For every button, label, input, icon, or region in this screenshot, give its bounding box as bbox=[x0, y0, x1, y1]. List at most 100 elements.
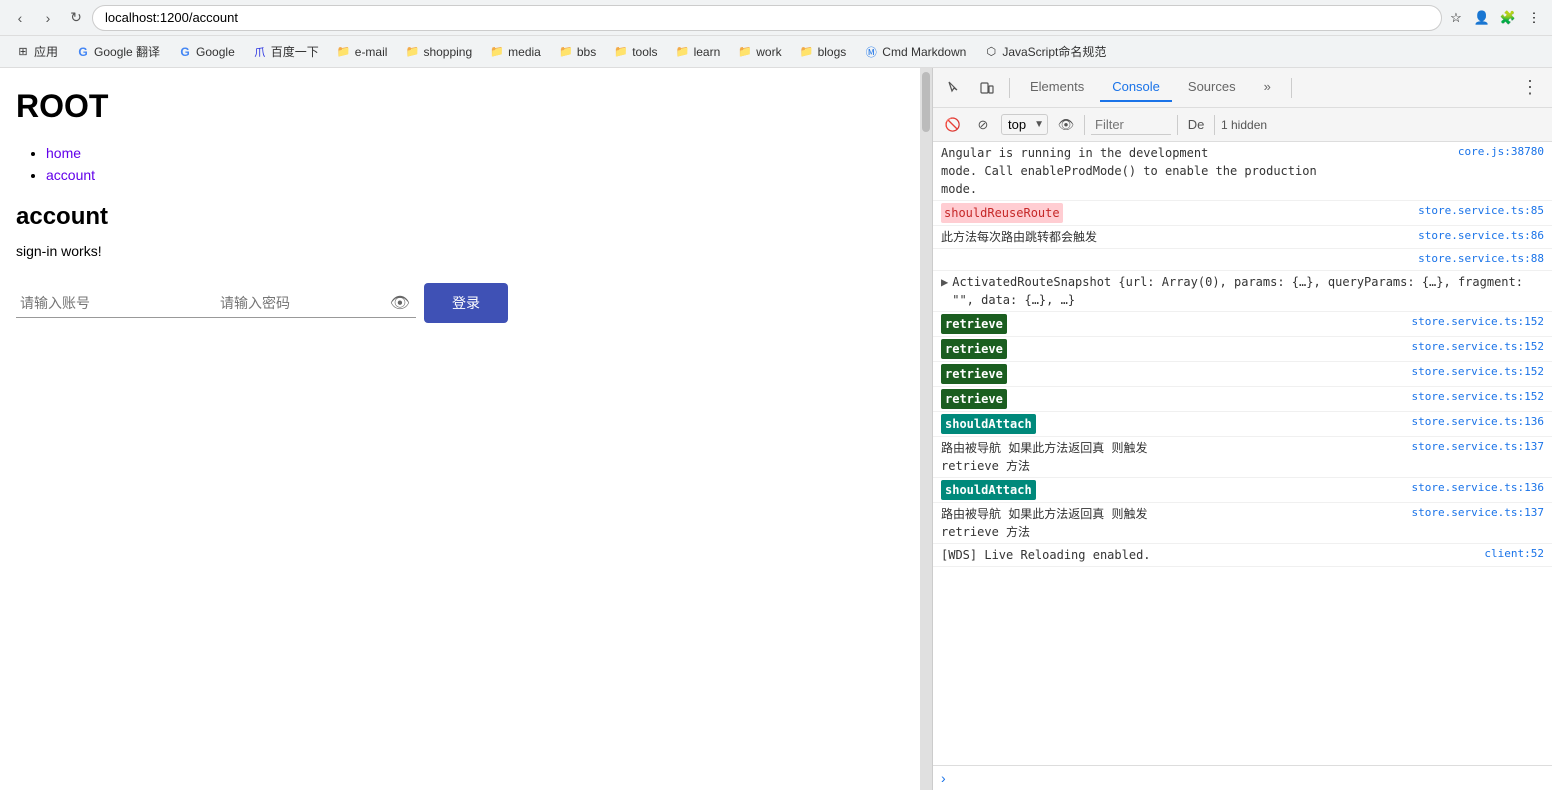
bookmark-learn[interactable]: 📁 learn bbox=[668, 42, 729, 62]
eye-icon-console[interactable]: 👁 bbox=[1054, 113, 1078, 137]
log-text-wds: [WDS] Live Reloading enabled. bbox=[941, 546, 1484, 564]
bookmark-bbs-label: bbs bbox=[577, 45, 596, 59]
address-bar[interactable] bbox=[92, 5, 1442, 31]
bookmarks-bar: ⊞ 应用 G Google 翻译 G Google 爪 百度一下 📁 e-mai… bbox=[0, 36, 1552, 68]
more-icon[interactable]: ⋮ bbox=[1524, 8, 1544, 28]
bookmark-shopping[interactable]: 📁 shopping bbox=[397, 42, 480, 62]
log-link-route-nav-1[interactable]: store.service.ts:137 bbox=[1412, 439, 1544, 456]
bookmark-media[interactable]: 📁 media bbox=[482, 42, 549, 62]
tab-separator-2 bbox=[1291, 78, 1292, 98]
page-title: ROOT bbox=[16, 88, 904, 125]
bookmark-baidu-label: 百度一下 bbox=[271, 43, 319, 60]
bookmark-google-label: Google bbox=[196, 45, 235, 59]
forward-button[interactable]: › bbox=[36, 6, 60, 30]
home-link[interactable]: home bbox=[46, 145, 81, 161]
page-content: ROOT home account account sign-in works!… bbox=[0, 68, 920, 790]
tab-elements[interactable]: Elements bbox=[1018, 73, 1096, 102]
log-text-route-nav-1: 路由被导航 如果此方法返回真 则触发 retrieve 方法 bbox=[941, 439, 1412, 475]
bookmark-google[interactable]: G Google bbox=[170, 42, 243, 62]
log-link-should-attach-1[interactable]: store.service.ts:136 bbox=[1412, 414, 1544, 431]
username-input[interactable] bbox=[16, 289, 216, 318]
devtools-menu-button[interactable]: ⋮ bbox=[1516, 74, 1544, 102]
log-entry-should-reuse: shouldReuseRoute store.service.ts:85 bbox=[933, 201, 1552, 226]
log-link-retrieve-1[interactable]: store.service.ts:152 bbox=[1412, 314, 1544, 331]
default-levels-label[interactable]: De bbox=[1184, 113, 1208, 137]
hidden-count-badge: 1 hidden bbox=[1221, 118, 1267, 132]
bookmark-work[interactable]: 📁 work bbox=[730, 42, 789, 62]
login-form: 👁 登录 bbox=[16, 283, 904, 323]
bookmark-google-translate[interactable]: G Google 翻译 bbox=[68, 40, 168, 63]
email-folder-icon: 📁 bbox=[337, 45, 351, 59]
highlight-should-reuse-route: shouldReuseRoute bbox=[941, 203, 1063, 223]
bookmark-baidu[interactable]: 爪 百度一下 bbox=[245, 40, 327, 63]
console-toolbar: 🚫 ⊘ top ▼ 👁 De 1 hidden bbox=[933, 108, 1552, 142]
inspect-element-icon[interactable] bbox=[941, 74, 969, 102]
log-text-route-trigger: 此方法每次路由跳转都会触发 bbox=[941, 228, 1418, 246]
log-link-route-trigger[interactable]: store.service.ts:86 bbox=[1418, 228, 1544, 245]
log-link-route-nav-2[interactable]: store.service.ts:137 bbox=[1412, 505, 1544, 522]
tab-more[interactable]: » bbox=[1252, 73, 1283, 102]
log-link-wds[interactable]: client:52 bbox=[1484, 546, 1544, 563]
password-input[interactable] bbox=[216, 289, 416, 318]
bookmark-email[interactable]: 📁 e-mail bbox=[329, 42, 396, 62]
refresh-button[interactable]: ↻ bbox=[64, 6, 88, 30]
highlight-should-attach-1: shouldAttach bbox=[941, 414, 1036, 434]
log-link-should-reuse-85[interactable]: store.service.ts:85 bbox=[1418, 203, 1544, 220]
log-entry-should-attach-1: shouldAttach store.service.ts:136 bbox=[933, 412, 1552, 437]
console-toolbar-sep bbox=[1084, 115, 1085, 135]
clear-console-button[interactable]: 🚫 bbox=[941, 113, 965, 137]
bookmark-work-label: work bbox=[756, 45, 781, 59]
nav-list: home account bbox=[16, 145, 904, 183]
learn-folder-icon: 📁 bbox=[676, 45, 690, 59]
tab-console[interactable]: Console bbox=[1100, 73, 1172, 102]
apps-icon: ⊞ bbox=[16, 45, 30, 59]
bookmark-star-icon[interactable]: ☆ bbox=[1446, 8, 1466, 28]
console-input[interactable] bbox=[952, 771, 1544, 785]
bookmark-tools[interactable]: 📁 tools bbox=[606, 42, 665, 62]
bookmark-learn-label: learn bbox=[694, 45, 721, 59]
log-text-angular: Angular is running in the development mo… bbox=[941, 144, 1458, 198]
log-entry-activated-route: ▶ ActivatedRouteSnapshot {url: Array(0),… bbox=[933, 271, 1552, 312]
profile-icon[interactable]: 👤 bbox=[1472, 8, 1492, 28]
log-entry-retrieve-1: retrieve store.service.ts:152 bbox=[933, 312, 1552, 337]
bookmark-blogs[interactable]: 📁 blogs bbox=[792, 42, 855, 62]
context-select[interactable]: top bbox=[1001, 114, 1048, 135]
filter-input[interactable] bbox=[1091, 115, 1171, 135]
bookmark-js-naming[interactable]: ⬡ JavaScript命名规范 bbox=[976, 40, 1114, 63]
log-link-88[interactable]: store.service.ts:88 bbox=[1418, 251, 1544, 268]
scroll-thumb[interactable] bbox=[922, 72, 930, 132]
account-link[interactable]: account bbox=[46, 167, 95, 183]
bookmark-cmd-markdown-label: Cmd Markdown bbox=[882, 45, 966, 59]
bookmark-google-translate-label: Google 翻译 bbox=[94, 43, 160, 60]
blogs-folder-icon: 📁 bbox=[800, 45, 814, 59]
bookmark-cmd-markdown[interactable]: Ⓜ Cmd Markdown bbox=[856, 42, 974, 62]
console-prompt: › bbox=[933, 765, 1552, 790]
log-link-retrieve-3[interactable]: store.service.ts:152 bbox=[1412, 364, 1544, 381]
log-link-retrieve-2[interactable]: store.service.ts:152 bbox=[1412, 339, 1544, 356]
log-entry-retrieve-4: retrieve store.service.ts:152 bbox=[933, 387, 1552, 412]
toggle-password-icon[interactable]: 👁 bbox=[390, 293, 410, 313]
scroll-track bbox=[920, 68, 932, 790]
log-text-activated-route: ActivatedRouteSnapshot {url: Array(0), p… bbox=[952, 273, 1544, 309]
log-entry-retrieve-3: retrieve store.service.ts:152 bbox=[933, 362, 1552, 387]
device-toolbar-icon[interactable] bbox=[973, 74, 1001, 102]
log-link-should-attach-2[interactable]: store.service.ts:136 bbox=[1412, 480, 1544, 497]
bookmark-js-naming-label: JavaScript命名规范 bbox=[1002, 43, 1106, 60]
log-link-angular[interactable]: core.js:38780 bbox=[1458, 144, 1544, 161]
tab-sources[interactable]: Sources bbox=[1176, 73, 1248, 102]
log-link-retrieve-4[interactable]: store.service.ts:152 bbox=[1412, 389, 1544, 406]
shopping-folder-icon: 📁 bbox=[405, 45, 419, 59]
sign-in-text: sign-in works! bbox=[16, 243, 904, 259]
highlight-retrieve-4: retrieve bbox=[941, 389, 1007, 409]
expand-icon[interactable]: ▶ bbox=[941, 273, 948, 291]
extensions-icon[interactable]: 🧩 bbox=[1498, 8, 1518, 28]
back-button[interactable]: ‹ bbox=[8, 6, 32, 30]
bookmark-apps-label: 应用 bbox=[34, 43, 58, 60]
stop-icon[interactable]: ⊘ bbox=[971, 113, 995, 137]
bookmark-apps[interactable]: ⊞ 应用 bbox=[8, 40, 66, 63]
browser-toolbar: ‹ › ↻ ☆ 👤 🧩 ⋮ bbox=[0, 0, 1552, 36]
login-button[interactable]: 登录 bbox=[424, 283, 508, 323]
media-folder-icon: 📁 bbox=[490, 45, 504, 59]
bookmark-bbs[interactable]: 📁 bbs bbox=[551, 42, 604, 62]
bookmark-media-label: media bbox=[508, 45, 541, 59]
